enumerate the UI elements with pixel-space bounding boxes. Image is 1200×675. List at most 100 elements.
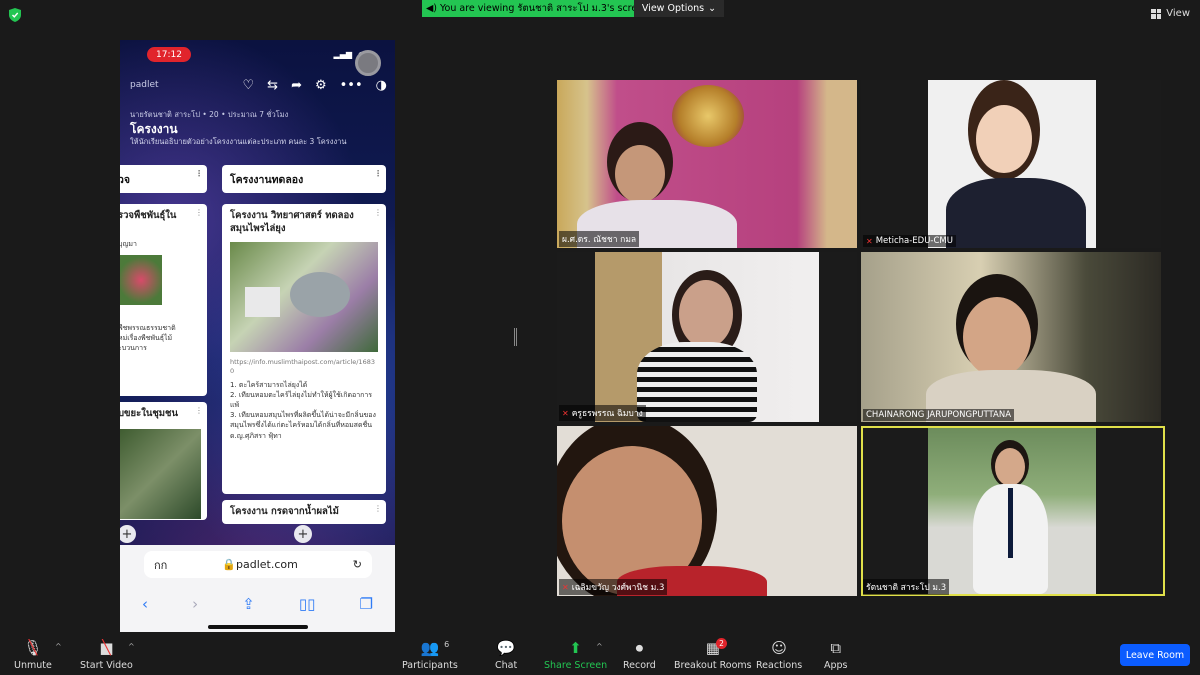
browser-nav: ‹ › ⇪ ▯▯ ❐: [120, 595, 395, 613]
column-header-left[interactable]: วจ ⋮: [120, 165, 207, 193]
record-label: Record: [623, 660, 656, 671]
text-size-button[interactable]: กก: [154, 556, 167, 574]
video-tile[interactable]: ✕ เฉลิมขวัญ วงศ์พานิช ม.3: [557, 426, 857, 596]
tabs-icon[interactable]: ❐: [359, 595, 372, 613]
more-icon[interactable]: ⋮: [195, 169, 203, 178]
post-body: พืชพรรณธรรมชาติ หม่เรื่องพืชพันธุ์ไม้ ะบ…: [120, 323, 176, 353]
apps-label: Apps: [824, 660, 848, 671]
post-link[interactable]: https://info.muslimthaipost.com/article/…: [222, 358, 386, 376]
participant-name-tag: รัตนชาติ สาระโป ม.3: [863, 579, 950, 595]
apps-icon: ⧉: [830, 639, 842, 657]
more-icon[interactable]: ⋮: [195, 208, 203, 217]
mic-muted-icon: ✕: [866, 236, 873, 246]
start-video-button[interactable]: ■ ╲ Start Video: [80, 638, 133, 671]
participant-name: เฉลิมขวัญ วงศ์พานิช ม.3: [571, 583, 665, 593]
garbage-photo: [120, 428, 201, 519]
browser-bottom-bar: กก 🔒padlet.com ↻ ‹ › ⇪ ▯▯ ❐: [120, 545, 395, 635]
video-tile-active-speaker[interactable]: รัตนชาติ สาระโป ม.3: [861, 426, 1165, 596]
share-options-chevron-icon[interactable]: ^: [596, 642, 603, 651]
post-card[interactable]: โครงงาน กรดจากน้ำผลไม้ ⋮: [222, 500, 386, 524]
post-author: บุญมา: [120, 239, 137, 248]
participants-count: 6: [444, 640, 450, 649]
body-line: 1. ตะไคร้สามารถไล่ยุงได้: [230, 380, 308, 389]
participants-icon: 👥 6: [420, 639, 450, 657]
start-video-label: Start Video: [80, 660, 133, 671]
back-icon[interactable]: ‹: [142, 595, 148, 613]
post-card[interactable]: โครงงาน วิทยาศาสตร์ ทดลอง สมุนไพรไล่ยุง …: [222, 204, 386, 494]
column-header-experiment[interactable]: โครงงานทดลอง ⋮: [222, 165, 386, 193]
heart-icon[interactable]: ♡: [243, 78, 255, 93]
video-tile[interactable]: CHAINARONG JARUPONGPUTTANA: [861, 252, 1161, 422]
column-header-label: โครงงานทดลอง: [230, 174, 304, 186]
participant-face: [679, 280, 733, 348]
view-options-button[interactable]: View Options ⌄: [634, 0, 724, 17]
post-card[interactable]: บขยะในชุมชน ⋮: [120, 402, 207, 520]
participant-face: [995, 448, 1025, 486]
body-line: 2. เทียนหอมตะไคร้ไล่ยุงไม่ทำให้ผู้ใช้เกิ…: [230, 390, 373, 410]
participant-name-tag: ✕ เฉลิมขวัญ วงศ์พานิช ม.3: [559, 579, 668, 595]
participant-name-tag: ✕ Meticha-EDU-CMU: [863, 235, 956, 247]
speaker-icon: ◀): [426, 3, 438, 14]
share-screen-icon: ⬆: [569, 639, 582, 657]
unmute-button[interactable]: 🎙 ╲ Unmute: [14, 638, 52, 671]
participant-face: [976, 105, 1032, 173]
reactions-label: Reactions: [756, 660, 803, 671]
breakout-rooms-button[interactable]: ▦ 2 Breakout Rooms: [674, 638, 752, 671]
record-icon: ⏺: [635, 639, 644, 657]
participant-body: [637, 342, 757, 422]
address-bar[interactable]: กก 🔒padlet.com ↻: [144, 551, 372, 578]
chevron-down-icon: ⌄: [708, 3, 717, 14]
encryption-shield-icon[interactable]: [9, 8, 21, 22]
signal-icon: ▂▄▆: [333, 50, 353, 59]
more-icon[interactable]: •••: [340, 78, 363, 93]
padlet-toolbar: ♡ ⇆ ➦ ⚙ ••• ◑: [243, 78, 387, 93]
post-title: โครงงาน กรดจากน้ำผลไม้: [230, 506, 339, 517]
share-icon[interactable]: ➦: [291, 78, 302, 93]
bookmarks-icon[interactable]: ▯▯: [299, 595, 316, 613]
leave-room-button[interactable]: Leave Room: [1120, 644, 1190, 666]
chat-button[interactable]: 💬 Chat: [495, 638, 517, 671]
lock-icon: 🔒: [222, 558, 236, 571]
url-text: 🔒padlet.com: [167, 558, 352, 571]
assistive-touch-icon[interactable]: [355, 50, 381, 76]
video-options-chevron-icon[interactable]: ^: [128, 642, 135, 651]
post-title: บขยะในชุมชน: [120, 408, 178, 419]
apps-button[interactable]: ⧉ Apps: [824, 638, 848, 671]
video-tile[interactable]: ผ.ศ.ดร. ณัชชา กมล: [557, 80, 857, 248]
grid-view-icon: [1151, 8, 1162, 19]
participants-label: Participants: [402, 660, 458, 671]
video-tile[interactable]: ✕ Meticha-EDU-CMU: [861, 80, 1161, 248]
mic-muted-icon: ✕: [562, 582, 569, 592]
gear-icon[interactable]: ⚙: [315, 78, 327, 93]
unmute-label: Unmute: [14, 660, 52, 671]
more-icon[interactable]: ⋮: [374, 504, 382, 513]
remake-icon[interactable]: ⇆: [267, 78, 278, 93]
audio-options-chevron-icon[interactable]: ^: [55, 642, 62, 651]
participants-button[interactable]: 👥 6 Participants: [402, 638, 458, 671]
participant-name: ครูธรพรรณ ฉิมบาง: [571, 409, 643, 419]
profile-icon[interactable]: ◑: [376, 78, 387, 93]
record-button[interactable]: ⏺ Record: [623, 638, 656, 671]
body-line: ด.ญ.ศุภิสรา ฟุ้ทา: [230, 431, 282, 440]
breakout-rooms-label: Breakout Rooms: [674, 660, 752, 671]
split-view-handle[interactable]: [514, 328, 517, 346]
more-icon[interactable]: ⋮: [195, 406, 203, 415]
add-post-button[interactable]: +: [294, 525, 312, 543]
share-icon[interactable]: ⇪: [242, 595, 255, 613]
forward-icon[interactable]: ›: [192, 595, 198, 613]
more-icon[interactable]: ⋮: [374, 169, 382, 178]
video-tile[interactable]: ✕ ครูธรพรรณ ฉิมบาง: [557, 252, 857, 422]
breakout-badge: 2: [716, 638, 727, 649]
meeting-toolbar: 🎙 ╲ Unmute ^ ■ ╲ Start Video ^ 👥 6 Particip…: [0, 632, 1200, 675]
mic-muted-icon: 🎙 ╲: [23, 639, 43, 657]
post-card[interactable]: รวจพืชพันธุ์ใน ⋮ บุญมา พืชพรรณธรรมชาติ ห…: [120, 204, 207, 396]
view-button[interactable]: View: [1151, 8, 1190, 19]
reactions-button[interactable]: ☺ Reactions: [756, 638, 802, 671]
post-title: โครงงาน วิทยาศาสตร์ ทดลอง สมุนไพรไล่ยุง: [230, 210, 354, 234]
participant-name-tag: CHAINARONG JARUPONGPUTTANA: [863, 409, 1015, 421]
mic-muted-icon: ✕: [562, 408, 569, 418]
more-icon[interactable]: ⋮: [374, 208, 382, 217]
shared-screen[interactable]: 17:12 ▂▄▆ ◠ padlet ♡ ⇆ ➦ ⚙ ••• ◑ นายรัตน…: [120, 40, 395, 635]
reload-icon[interactable]: ↻: [353, 558, 362, 571]
participant-name: CHAINARONG JARUPONGPUTTANA: [866, 410, 1012, 420]
